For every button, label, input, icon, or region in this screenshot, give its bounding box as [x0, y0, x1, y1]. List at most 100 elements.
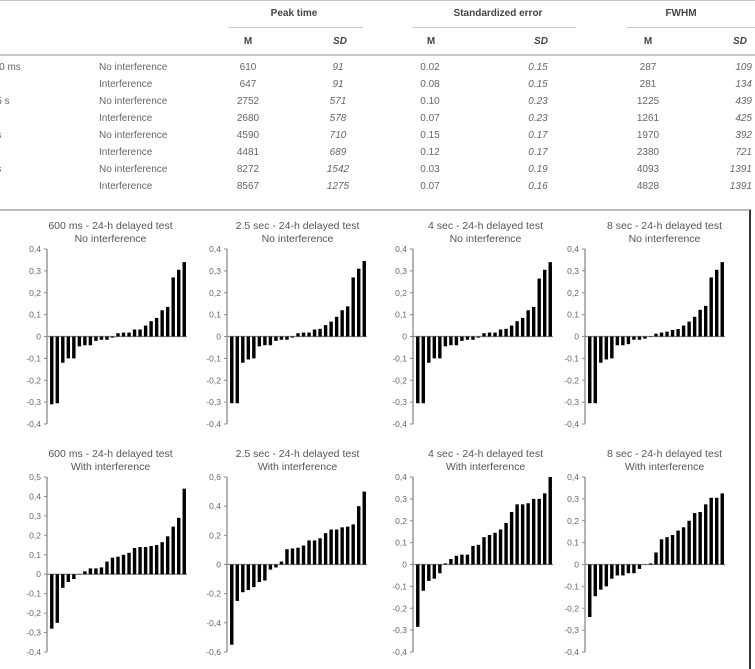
bar: [171, 527, 174, 575]
row-interval: 4 s: [0, 130, 1, 141]
chart-plot: -0,4-0,3-0,2-0,100,10,20,30,4: [375, 212, 560, 437]
bar: [610, 337, 613, 359]
bar: [274, 337, 277, 341]
bar: [444, 563, 447, 564]
bar: [149, 321, 152, 336]
bar: [50, 574, 53, 628]
y-tick-label: -0,3: [564, 397, 579, 407]
bar: [61, 574, 64, 588]
bar: [510, 512, 513, 565]
cell-m: 610: [240, 62, 257, 73]
bar: [83, 337, 86, 346]
cell-sd: 721: [735, 147, 752, 158]
y-tick-label: 0,3: [29, 511, 41, 521]
bar: [230, 565, 233, 645]
y-tick-label: -0,3: [564, 625, 579, 635]
bar: [133, 330, 136, 337]
bar: [482, 333, 485, 336]
y-tick-label: 0,3: [395, 494, 407, 504]
bar: [605, 565, 608, 587]
bar: [67, 574, 70, 582]
bar: [155, 318, 158, 337]
y-tick-label: 0,1: [209, 310, 221, 320]
bar: [605, 337, 608, 360]
bar: [671, 330, 674, 337]
cell-m: 4590: [237, 130, 259, 141]
bar: [460, 337, 463, 341]
bar: [616, 565, 619, 576]
bar: [166, 536, 169, 574]
bar: [488, 535, 491, 565]
bar: [455, 556, 458, 565]
y-tick-label: -0,1: [564, 581, 579, 591]
bar: [351, 524, 354, 564]
bar: [252, 565, 255, 588]
y-tick-label: 0,4: [29, 244, 41, 254]
bar-chart-panel: 8 sec - 24-h delayed testNo interference…: [560, 212, 745, 437]
y-tick-label: -0,4: [564, 419, 579, 429]
cell-m: 4828: [637, 181, 659, 192]
bar: [654, 552, 657, 564]
bar: [171, 277, 174, 336]
bar: [72, 574, 75, 579]
bar: [510, 326, 513, 337]
cell-m: 4093: [637, 164, 659, 175]
cell-sd: 0.16: [528, 181, 547, 192]
bar: [521, 504, 524, 564]
bar: [627, 337, 630, 345]
bar: [258, 337, 261, 347]
bar: [363, 261, 366, 336]
bar: [493, 533, 496, 565]
y-tick-label: 0,4: [395, 244, 407, 254]
bar: [543, 493, 546, 564]
bar: [83, 571, 86, 574]
bar: [422, 337, 425, 404]
bar: [247, 337, 250, 360]
y-tick-label: 0: [216, 332, 221, 342]
bar: [671, 535, 674, 565]
bar: [351, 277, 354, 336]
bar: [100, 337, 103, 340]
bar: [50, 337, 53, 405]
bar: [549, 477, 552, 565]
bar: [709, 277, 712, 336]
bar-chart-panel: 4 sec - 24-h delayed testWith interferen…: [375, 440, 560, 665]
bar: [627, 565, 630, 574]
y-tick-label: 0: [402, 560, 407, 570]
bar: [427, 337, 430, 363]
y-tick-label: -0,4: [392, 647, 407, 657]
cell-sd: 710: [330, 130, 347, 141]
y-tick-label: -0,1: [392, 353, 407, 363]
cell-sd: 134: [735, 79, 752, 90]
bar: [704, 306, 707, 337]
bar: [56, 337, 59, 404]
bar: [105, 562, 108, 575]
y-tick-label: 0,2: [29, 530, 41, 540]
y-tick-label: 0,1: [395, 310, 407, 320]
results-table: Peak time Standardized error FWHM M SD M…: [0, 0, 755, 200]
bar: [632, 565, 635, 574]
y-tick-label: 0,2: [395, 288, 407, 298]
bar: [438, 337, 441, 359]
cell-m: 1970: [637, 130, 659, 141]
cell-m: 1261: [637, 113, 659, 124]
group-header-standardized-error: Standardized error: [454, 8, 543, 19]
cell-m: 0.02: [420, 62, 439, 73]
bar: [149, 546, 152, 574]
bar: [643, 337, 646, 339]
y-tick-label: 0,2: [567, 516, 579, 526]
bar: [127, 553, 130, 574]
bar: [346, 527, 349, 565]
bar: [236, 565, 239, 601]
bar: [241, 337, 244, 363]
cell-sd: 109: [735, 62, 752, 73]
y-tick-label: -0,2: [206, 589, 221, 599]
y-tick-label: 0,1: [567, 310, 579, 320]
y-tick-label: -0,2: [392, 603, 407, 613]
y-tick-label: -0,1: [564, 353, 579, 363]
y-tick-label: -0,1: [26, 589, 41, 599]
bar: [318, 329, 321, 337]
bar: [318, 538, 321, 564]
bar-chart-panel: 600 ms - 24-h delayed testNo interferenc…: [0, 212, 185, 437]
bar: [155, 545, 158, 574]
